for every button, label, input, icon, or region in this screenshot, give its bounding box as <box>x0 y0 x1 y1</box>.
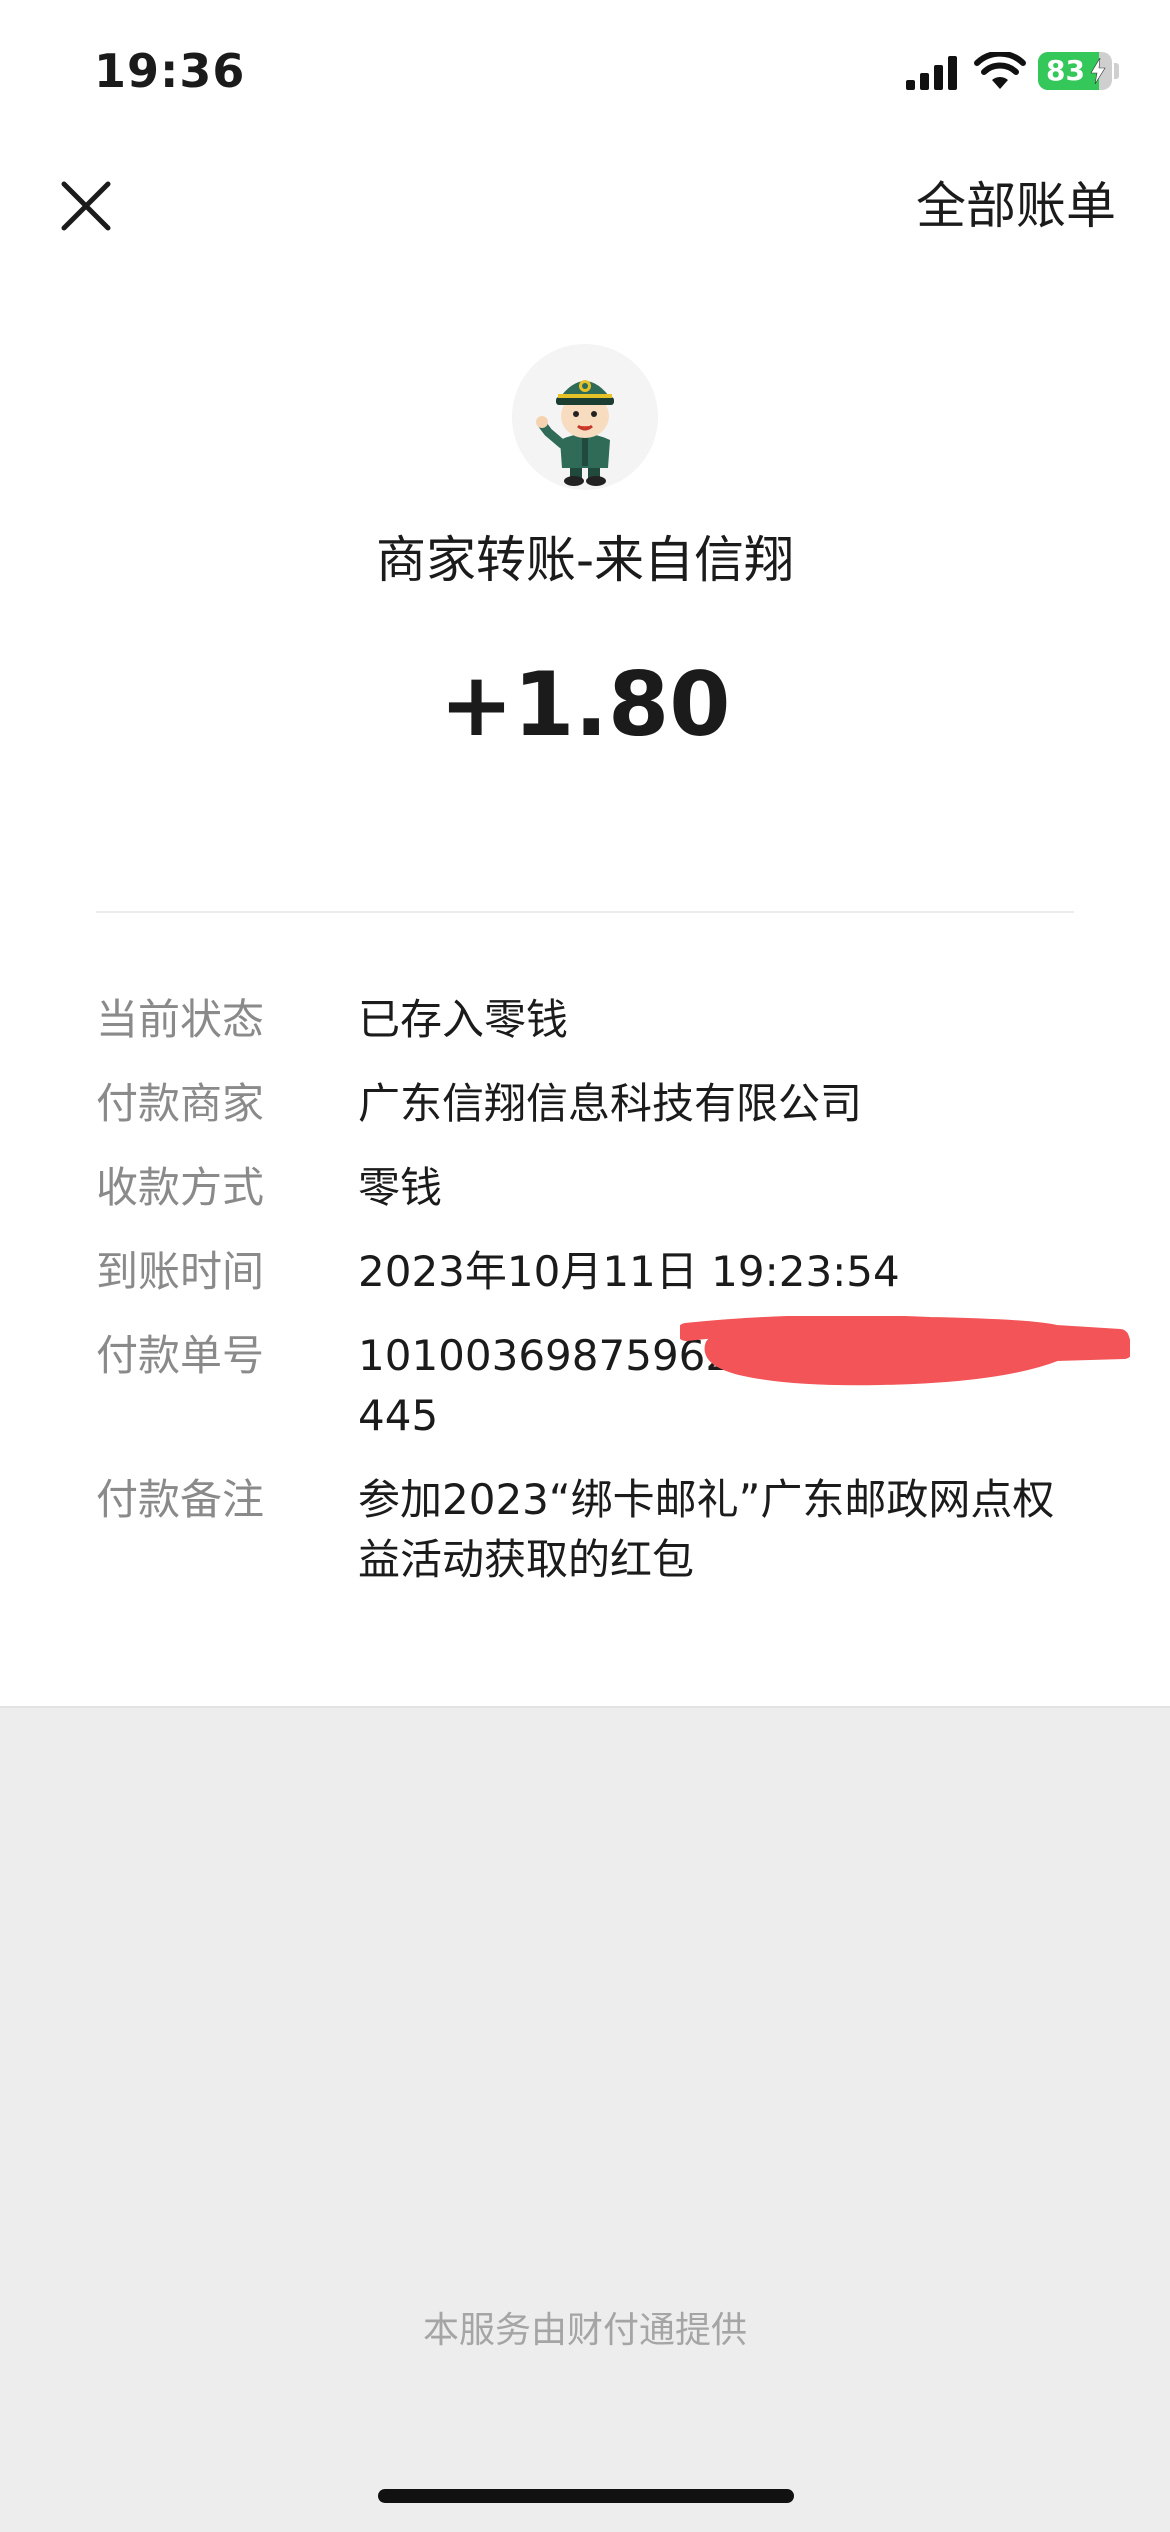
detail-value: 已存入零钱 <box>358 995 569 1044</box>
detail-label: 付款商家 <box>96 1079 265 1128</box>
detail-value: 广东信翔信息科技有限公司 <box>358 1079 863 1128</box>
detail-label: 收款方式 <box>96 1163 265 1212</box>
close-icon <box>61 181 111 231</box>
wifi-icon <box>974 52 1026 89</box>
detail-label: 付款备注 <box>96 1475 265 1524</box>
merchant-title: 商家转账-来自信翔 <box>375 531 795 589</box>
all-bills-link[interactable]: 全部账单 <box>916 176 1116 236</box>
battery-cap <box>1114 63 1119 79</box>
footer-area <box>0 1706 1170 2532</box>
detail-value: 2023年10月11日 19:23:54 <box>358 1247 900 1296</box>
status-time: 19:36 <box>94 44 246 98</box>
battery-level: 83 <box>1046 54 1085 87</box>
mail-carrier-avatar-icon <box>512 344 658 490</box>
divider <box>96 911 1074 913</box>
transaction-amount: +1.80 <box>439 653 731 756</box>
close-button[interactable] <box>56 176 116 236</box>
detail-value: 零钱 <box>358 1163 443 1212</box>
redaction-scribble <box>680 1316 1130 1386</box>
order-number-line2: 445 <box>358 1391 439 1440</box>
cellular-signal-icon <box>906 56 957 90</box>
battery-indicator: 83 <box>1038 52 1112 90</box>
merchant-avatar <box>512 344 658 490</box>
detail-label: 付款单号 <box>96 1331 265 1380</box>
detail-label: 到账时间 <box>96 1247 265 1296</box>
transaction-detail-page: 19:36 83 全部账单 商家转账-来自信翔 +1.80 当前状态 已存入零钱… <box>0 0 1170 2532</box>
charging-bolt-icon <box>1090 58 1106 84</box>
home-indicator[interactable] <box>378 2489 794 2503</box>
detail-label: 当前状态 <box>96 995 265 1044</box>
detail-value: 参加2023“绑卡邮礼”广东邮政网点权益活动获取的红包 <box>358 1475 1055 1584</box>
status-bar: 19:36 83 <box>0 0 1170 150</box>
footer-note: 本服务由财付通提供 <box>422 2310 747 2351</box>
